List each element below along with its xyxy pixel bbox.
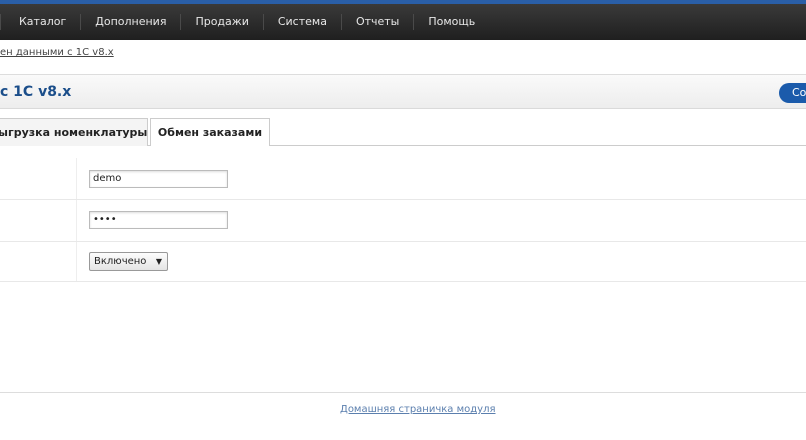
footer-divider (0, 392, 806, 393)
menu-item-extensions[interactable]: Дополнения (81, 14, 182, 30)
status-select-value: Включено (94, 256, 147, 267)
tab-order-exchange[interactable]: Обмен заказами (150, 118, 270, 146)
dropdown-arrow-icon: ▼ (155, 257, 162, 266)
form-row-password: •••• (0, 200, 806, 242)
row-divider (76, 200, 77, 241)
username-input[interactable]: demo (89, 170, 228, 188)
page-heading: с 1С v8.x Со (0, 74, 806, 109)
top-navigation-bar: Каталог Дополнения Продажи Система Отчет… (0, 0, 806, 40)
menu-item-sales[interactable]: Продажи (181, 14, 264, 30)
module-homepage-link[interactable]: Домашняя страничка модуля (340, 404, 496, 415)
save-button[interactable]: Со (779, 83, 806, 103)
status-select[interactable]: Включено ▼ (89, 252, 168, 271)
page-title: с 1С v8.x (0, 84, 72, 100)
row-divider (76, 242, 77, 281)
menu-item-catalog[interactable]: Каталог (0, 14, 82, 30)
password-input[interactable]: •••• (89, 211, 228, 229)
tab-export-catalog[interactable]: ыгрузка номенклатуры (0, 118, 148, 146)
menu-item-reports[interactable]: Отчеты (342, 14, 415, 30)
main-menu: Каталог Дополнения Продажи Система Отчет… (0, 4, 806, 40)
menu-item-system[interactable]: Система (264, 14, 342, 30)
tab-bar: ыгрузка номенклатуры Обмен заказами (0, 118, 806, 146)
row-divider (76, 158, 77, 199)
form-row-username: demo (0, 158, 806, 200)
form-row-status: Включено ▼ (0, 242, 806, 282)
menu-item-help[interactable]: Помощь (414, 14, 489, 30)
breadcrumb-link[interactable]: ен данными с 1С v8.x (0, 47, 114, 58)
